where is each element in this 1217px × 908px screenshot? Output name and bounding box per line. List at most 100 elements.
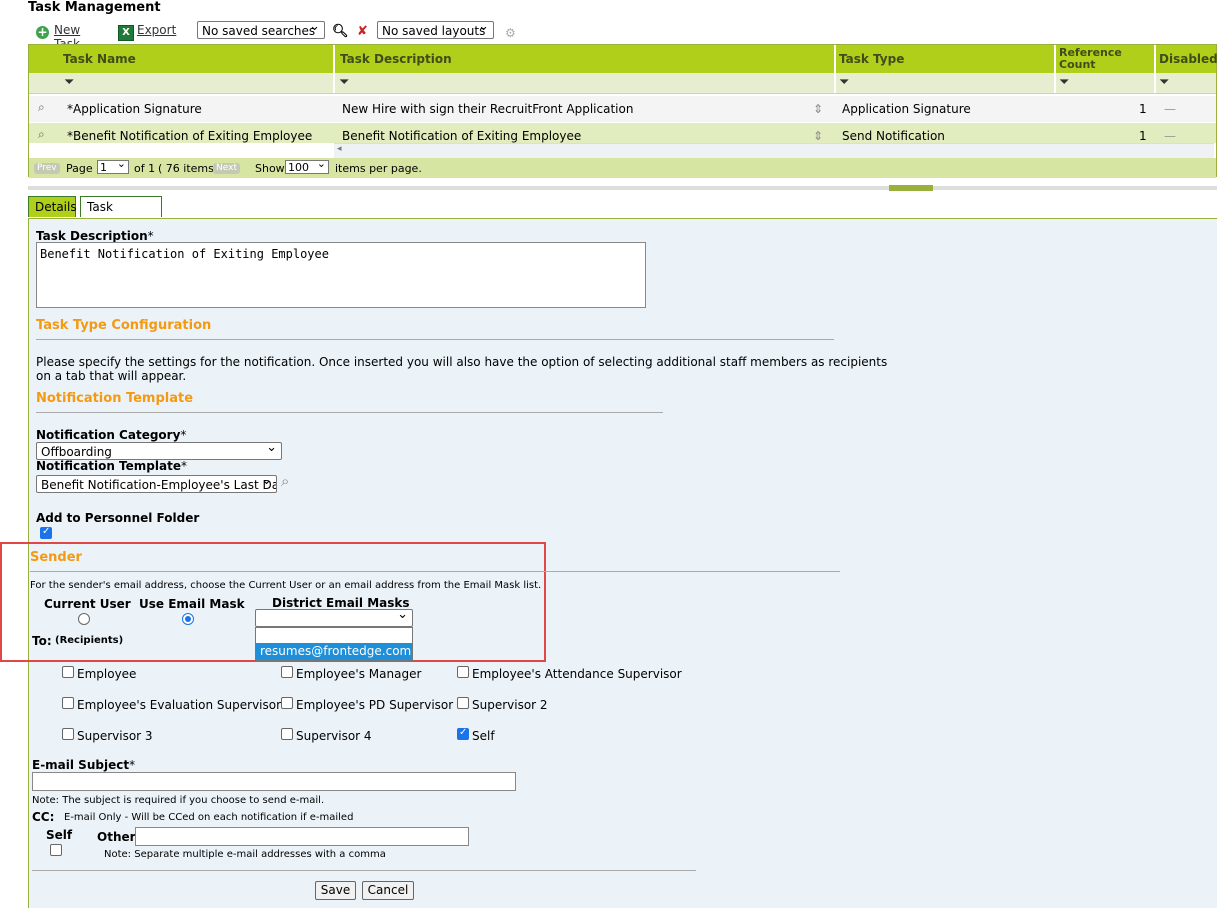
pager: Prev Page 1 of 1 ( 76 items) Next Show 1… <box>29 157 1216 178</box>
district-email-masks-label: District Email Masks <box>272 596 410 610</box>
recipient-checkbox[interactable] <box>281 728 293 740</box>
current-user-label: Current User <box>44 597 131 611</box>
saved-searches-select[interactable]: No saved searches <box>197 21 325 39</box>
table-row[interactable]: ⌕ *Benefit Notification of Exiting Emplo… <box>29 123 1216 143</box>
filter-icon[interactable]: ⏷ <box>339 75 349 90</box>
splitter-bar[interactable] <box>28 186 1217 190</box>
col-task-name[interactable]: Task Name <box>63 52 136 66</box>
use-email-mask-label: Use Email Mask <box>139 597 245 611</box>
scroll-left-icon[interactable]: ◂ <box>337 144 342 154</box>
resize-icon[interactable]: ⇕ <box>813 102 823 116</box>
col-disabled[interactable]: Disabled <box>1159 52 1217 66</box>
page-of-text: of 1 <box>134 162 156 175</box>
subject-note: Note: The subject is required if you cho… <box>32 795 325 806</box>
task-description-textarea[interactable]: Benefit Notification of Exiting Employee <box>36 242 646 308</box>
task-description-cell: New Hire with sign their RecruitFront Ap… <box>342 102 634 116</box>
email-subject-input[interactable] <box>32 772 516 791</box>
next-button[interactable]: Next <box>213 163 240 174</box>
search-icon[interactable]: ⌕ <box>281 472 289 490</box>
cc-note: E-mail Only - Will be CCed on each notif… <box>64 812 354 823</box>
grid-header: Task Name Task Description Task Type Ref… <box>29 45 1217 73</box>
recipient-label: Employee's PD Supervisor <box>296 698 454 712</box>
filter-icon[interactable]: ⏷ <box>1159 75 1169 90</box>
clear-filter-icon[interactable]: ✘ <box>357 24 368 39</box>
add-icon[interactable]: + <box>36 26 49 39</box>
task-grid: Task Name Task Description Task Type Ref… <box>28 44 1217 178</box>
recipient-checkbox[interactable] <box>62 728 74 740</box>
tab-task-profiles[interactable]: Task Profiles <box>80 196 162 235</box>
cancel-button[interactable]: Cancel <box>362 881 414 900</box>
show-label: Show <box>255 162 285 175</box>
filter-icon[interactable]: ⏷ <box>64 75 74 90</box>
current-user-radio[interactable] <box>78 613 90 625</box>
divider <box>30 571 840 572</box>
saved-layouts-select[interactable]: No saved layouts <box>377 21 494 39</box>
divider <box>36 412 663 413</box>
personnel-folder-label: Add to Personnel Folder <box>36 511 200 525</box>
task-type-cell: Application Signature <box>842 102 971 116</box>
personnel-folder-checkbox[interactable] <box>40 526 52 539</box>
task-description-label: Task Description* <box>36 229 154 243</box>
cc-self-checkbox[interactable] <box>50 844 62 856</box>
task-name-cell: *Benefit Notification of Exiting Employe… <box>67 129 313 143</box>
notification-category-select[interactable]: Offboarding <box>36 442 282 460</box>
cc-other-input[interactable] <box>135 827 469 846</box>
recipient-checkbox[interactable] <box>62 666 74 678</box>
resize-icon[interactable]: ⇕ <box>813 129 823 143</box>
table-row[interactable]: ⌕ *Application Signature New Hire with s… <box>29 96 1216 122</box>
filter-icon[interactable]: ⏷ <box>1059 75 1069 90</box>
page-label: Page <box>66 162 93 175</box>
column-divider <box>333 45 335 93</box>
to-label: To: <box>32 634 52 648</box>
email-mask-option[interactable]: resumes@frontedge.com <box>256 643 412 660</box>
task-description-cell: Benefit Notification of Exiting Employee <box>342 129 582 143</box>
excel-icon[interactable]: X <box>118 25 134 41</box>
email-mask-dropdown: resumes@frontedge.com <box>255 627 413 661</box>
col-task-type[interactable]: Task Type <box>839 52 904 66</box>
notification-category-label: Notification Category* <box>36 428 187 442</box>
prev-button[interactable]: Prev <box>34 163 60 174</box>
recipient-label: Employee's Attendance Supervisor <box>472 667 682 681</box>
binoculars-icon[interactable]: 🔍︎ <box>332 24 349 39</box>
export-link[interactable]: Export <box>137 23 176 37</box>
notification-template-label: Notification Template* <box>36 459 187 473</box>
reference-count-cell: 1 <box>1139 129 1147 143</box>
district-email-masks-select[interactable] <box>255 609 413 627</box>
tab-details[interactable]: Details <box>28 196 77 217</box>
divider <box>36 339 834 340</box>
task-type-cell: Send Notification <box>842 129 945 143</box>
recipient-checkbox[interactable] <box>457 727 469 740</box>
sender-heading: Sender <box>30 550 82 565</box>
cc-self-label: Self <box>46 828 73 842</box>
magnifier-icon[interactable]: ⌕ <box>38 100 45 115</box>
recipient-label: Employee's Manager <box>296 667 422 681</box>
column-divider <box>834 45 836 93</box>
filter-row: ⏷ ⏷ ⏷ ⏷ ⏷ <box>29 73 1216 94</box>
reference-count-cell: 1 <box>1139 102 1147 116</box>
divider <box>32 870 696 871</box>
recipient-checkbox[interactable] <box>457 666 469 678</box>
sender-note: For the sender's email address, choose t… <box>30 580 542 591</box>
layout-settings-icon[interactable]: ⚙ <box>505 26 516 40</box>
col-reference-count-2: Count <box>1059 58 1096 71</box>
magnifier-icon[interactable]: ⌕ <box>38 127 45 142</box>
notification-template-select[interactable]: Benefit Notification-Employee's Last Day <box>36 475 277 493</box>
recipient-checkbox[interactable] <box>457 697 469 709</box>
page-select[interactable]: 1 <box>97 157 129 174</box>
recipient-label: Supervisor 4 <box>296 729 372 743</box>
recipient-label: Supervisor 3 <box>77 729 153 743</box>
config-note: Please specify the settings for the noti… <box>36 355 888 369</box>
filter-icon[interactable]: ⏷ <box>839 75 849 90</box>
cc-label: CC: <box>32 810 55 824</box>
per-page-select[interactable]: 100 <box>285 157 329 174</box>
cc-other-label: Other <box>97 830 136 844</box>
save-button[interactable]: Save <box>315 881 356 900</box>
splitter-handle[interactable] <box>889 185 933 191</box>
recipient-checkbox[interactable] <box>281 666 293 678</box>
use-email-mask-radio[interactable] <box>182 613 194 625</box>
horizontal-scrollbar[interactable]: ◂ <box>334 143 1214 158</box>
col-task-description[interactable]: Task Description <box>340 52 452 66</box>
recipient-checkbox[interactable] <box>62 697 74 709</box>
recipient-checkbox[interactable] <box>281 697 293 709</box>
recipients-label: (Recipients) <box>55 635 124 646</box>
